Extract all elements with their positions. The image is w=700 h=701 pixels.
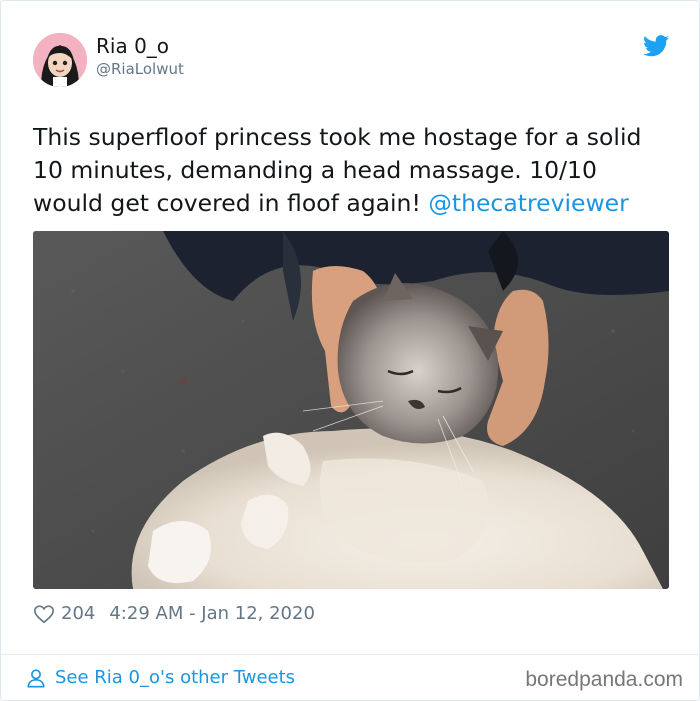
tweet-card: Ria 0_o @RiaLolwut This superfloof princ… <box>0 0 700 701</box>
tweet-text: This superfloof princess took me hostage… <box>33 121 673 220</box>
person-icon <box>25 667 47 689</box>
divider <box>1 654 699 655</box>
tweet-meta: 204 4:29 AM - Jan 12, 2020 <box>33 601 315 627</box>
mention-link[interactable]: @thecatreviewer <box>428 189 628 217</box>
twitter-bird-icon[interactable] <box>643 35 669 57</box>
tweet-photo[interactable] <box>33 231 669 589</box>
like-count[interactable]: 204 <box>61 601 95 627</box>
display-name[interactable]: Ria 0_o <box>96 33 169 59</box>
other-tweets-label[interactable]: See Ria 0_o's other Tweets <box>55 665 295 691</box>
other-tweets-link[interactable]: See Ria 0_o's other Tweets <box>25 665 295 691</box>
handle[interactable]: @RiaLolwut <box>96 59 184 79</box>
timestamp[interactable]: 4:29 AM - Jan 12, 2020 <box>109 601 315 627</box>
heart-icon[interactable] <box>33 603 55 625</box>
watermark: boredpanda.com <box>525 668 683 691</box>
avatar[interactable] <box>33 33 87 87</box>
